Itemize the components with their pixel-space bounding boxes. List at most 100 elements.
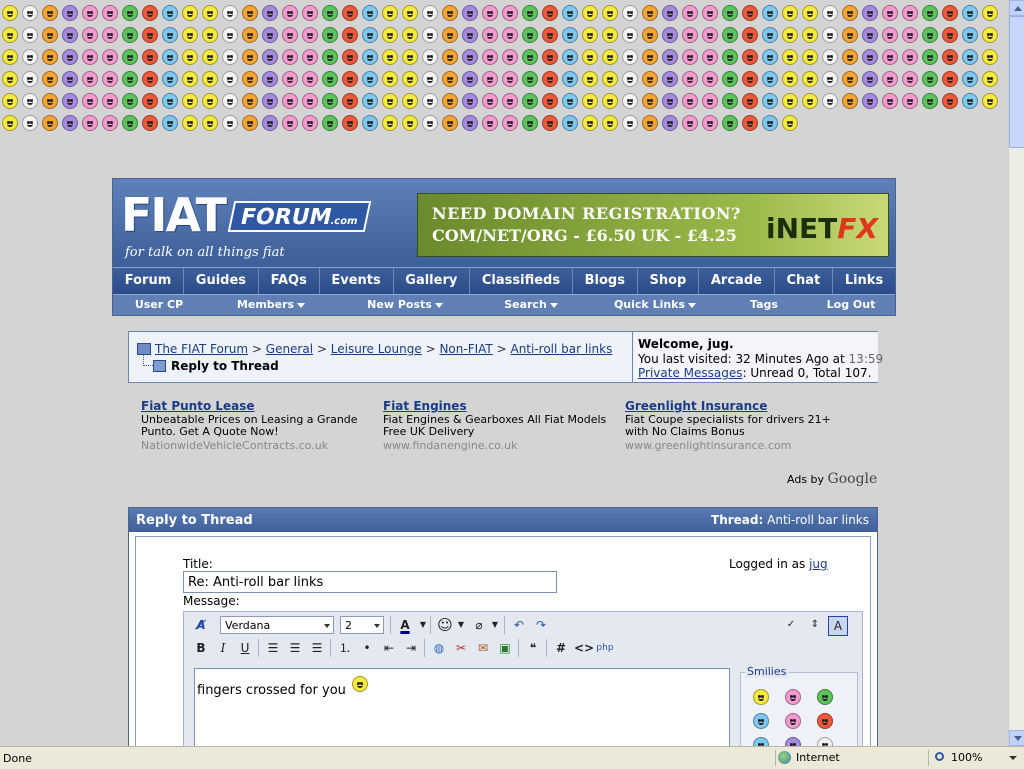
- subnav-quick-links[interactable]: Quick Links: [589, 295, 721, 315]
- smilie-icon[interactable]: [785, 737, 801, 746]
- smilie-icon[interactable]: [817, 737, 833, 746]
- undo-icon[interactable]: ↶: [510, 616, 528, 634]
- quote-icon[interactable]: ❝: [524, 639, 542, 657]
- ad-title[interactable]: Fiat Engines: [383, 399, 613, 413]
- align-left-icon[interactable]: ☰: [264, 639, 282, 657]
- nav-item-blogs[interactable]: Blogs: [573, 268, 638, 294]
- size-select[interactable]: 2: [340, 616, 384, 634]
- ad-title[interactable]: Greenlight Insurance: [625, 399, 855, 413]
- smilie-icon: [2, 49, 18, 65]
- ad-title[interactable]: Fiat Punto Lease: [141, 399, 371, 413]
- ad-item[interactable]: Greenlight Insurance Fiat Coupe speciali…: [625, 399, 855, 452]
- smilie-icon[interactable]: [817, 689, 833, 705]
- smilie-icon: [762, 93, 778, 109]
- ads-by-google[interactable]: Ads by Google: [787, 471, 877, 487]
- smilie-icon: [342, 27, 358, 43]
- nav-item-guides[interactable]: Guides: [184, 268, 259, 294]
- insert-image-icon[interactable]: ▣: [496, 639, 514, 657]
- smilie-icon[interactable]: [817, 713, 833, 729]
- subnav-tags[interactable]: Tags: [721, 295, 807, 315]
- smilie-icon: [242, 93, 258, 109]
- vertical-scrollbar[interactable]: [1008, 0, 1024, 746]
- nav-item-links[interactable]: Links: [833, 268, 895, 294]
- ad-banner[interactable]: NEED DOMAIN REGISTRATION? COM/NET/ORG - …: [417, 193, 889, 257]
- smilie-icon: [302, 93, 318, 109]
- smilie-icon: [922, 27, 938, 43]
- code-icon[interactable]: <>: [574, 639, 594, 657]
- private-messages-link[interactable]: Private Messages: [638, 366, 743, 380]
- unordered-list-icon[interactable]: •: [358, 639, 376, 657]
- smilie-icon: [982, 93, 998, 109]
- breadcrumb-link[interactable]: The FIAT Forum: [155, 342, 248, 356]
- hash-icon[interactable]: #: [552, 639, 570, 657]
- redo-icon[interactable]: ↷: [532, 616, 550, 634]
- indent-icon[interactable]: ⇥: [402, 639, 420, 657]
- text-color-icon[interactable]: A: [396, 616, 414, 634]
- subnav-members[interactable]: Members: [205, 295, 337, 315]
- breadcrumb-link[interactable]: Non-FIAT: [439, 342, 492, 356]
- smilie-icon: [542, 49, 558, 65]
- scroll-down-button[interactable]: [1009, 730, 1024, 746]
- nav-item-gallery[interactable]: Gallery: [394, 268, 471, 294]
- php-icon[interactable]: php: [596, 639, 614, 657]
- remove-format-icon[interactable]: A̸: [192, 616, 210, 634]
- smilie-dropdown-icon[interactable]: ▼: [452, 616, 470, 634]
- scroll-up-button[interactable]: [1009, 0, 1024, 16]
- nav-item-events[interactable]: Events: [320, 268, 394, 294]
- subnav-user-cp[interactable]: User CP: [113, 295, 205, 315]
- bold-icon[interactable]: B: [192, 639, 210, 657]
- nav-item-classifieds[interactable]: Classifieds: [470, 268, 573, 294]
- breadcrumb-link[interactable]: Leisure Lounge: [331, 342, 422, 356]
- nav-item-shop[interactable]: Shop: [638, 268, 700, 294]
- breadcrumb-link[interactable]: Anti-roll bar links: [510, 342, 612, 356]
- smilie-icon[interactable]: [785, 713, 801, 729]
- nav-item-faqs[interactable]: FAQs: [259, 268, 320, 294]
- ad-item[interactable]: Fiat Punto Lease Unbeatable Prices on Le…: [141, 399, 371, 452]
- resize-icon[interactable]: ⇕: [806, 616, 824, 634]
- switch-editor-mode-icon[interactable]: A: [828, 616, 848, 636]
- smilie-icon: [902, 71, 918, 87]
- subnav-search[interactable]: Search: [473, 295, 589, 315]
- breadcrumb-link[interactable]: General: [266, 342, 313, 356]
- font-select[interactable]: Verdana: [220, 616, 334, 634]
- attachment-dropdown-icon[interactable]: ▼: [486, 616, 504, 634]
- ordered-list-icon[interactable]: ⒈: [336, 639, 354, 657]
- nav-item-arcade[interactable]: Arcade: [699, 268, 775, 294]
- smilie-icon[interactable]: [785, 689, 801, 705]
- title-input[interactable]: [183, 571, 557, 593]
- subnav-log-out[interactable]: Log Out: [807, 295, 895, 315]
- caret-down-icon: [297, 302, 306, 308]
- align-right-icon[interactable]: ☰: [308, 639, 326, 657]
- zoom-control[interactable]: 100%: [928, 750, 1021, 766]
- logged-in-user-link[interactable]: jug: [809, 557, 828, 571]
- message-label: Message:: [183, 594, 240, 608]
- message-textarea[interactable]: fingers crossed for you: [194, 668, 730, 746]
- smilie-icon: [102, 27, 118, 43]
- smilie-icon[interactable]: [753, 689, 769, 705]
- smilie-icon[interactable]: [753, 737, 769, 746]
- spellcheck-icon[interactable]: ✓: [782, 616, 800, 634]
- smilie-icon: [722, 93, 738, 109]
- underline-icon[interactable]: U: [236, 639, 254, 657]
- scroll-thumb[interactable]: [1009, 16, 1024, 148]
- zoom-dropdown-icon[interactable]: [1009, 756, 1017, 760]
- subnav-new-posts[interactable]: New Posts: [337, 295, 473, 315]
- smilie-icon: [162, 93, 178, 109]
- smilie-icon: [362, 49, 378, 65]
- insert-link-icon[interactable]: ◍: [430, 639, 448, 657]
- fiat-forum-logo[interactable]: FIAT FORUM.com for talk on all things fi…: [121, 189, 372, 261]
- nav-item-forum[interactable]: Forum: [113, 268, 185, 294]
- smilie-icon: [782, 93, 798, 109]
- smilie-icon[interactable]: [753, 713, 769, 729]
- smilie-icon: [42, 93, 58, 109]
- italic-icon[interactable]: I: [214, 639, 232, 657]
- outdent-icon[interactable]: ⇤: [380, 639, 398, 657]
- insert-email-icon[interactable]: ✉: [474, 639, 492, 657]
- remove-link-icon[interactable]: ✂: [452, 639, 470, 657]
- smilie-icon: [362, 115, 378, 131]
- smilie-icon: [642, 27, 658, 43]
- smilie-icon: [262, 5, 278, 21]
- ad-item[interactable]: Fiat Engines Fiat Engines & Gearboxes Al…: [383, 399, 613, 452]
- nav-item-chat[interactable]: Chat: [775, 268, 834, 294]
- align-center-icon[interactable]: ☰: [286, 639, 304, 657]
